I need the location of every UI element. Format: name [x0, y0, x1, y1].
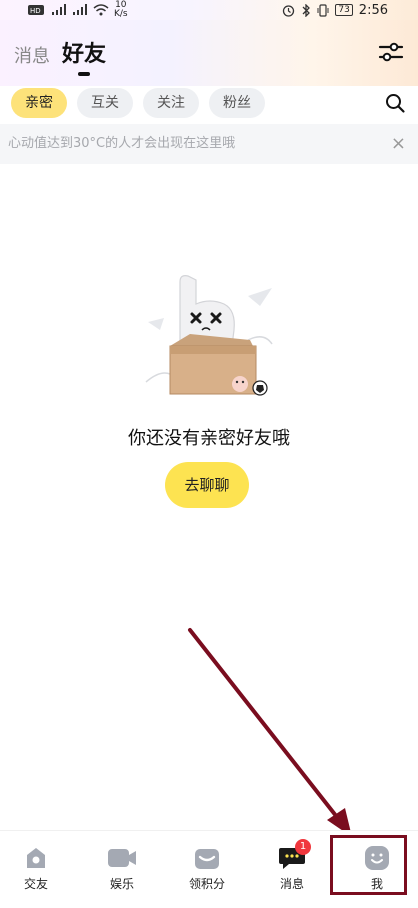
go-chat-button[interactable]: 去聊聊 — [165, 462, 249, 508]
signal-icon — [73, 4, 87, 15]
pig-toy — [232, 376, 248, 392]
chip-intimate[interactable]: 亲密 — [11, 88, 67, 118]
nav-label: 领积分 — [188, 877, 225, 891]
svg-text:HD: HD — [30, 7, 41, 15]
status-time: 2:56 — [358, 2, 388, 18]
status-right: 73 2:56 — [282, 0, 388, 20]
paper-plane-left — [148, 318, 164, 330]
hd-icon: HD — [28, 5, 44, 15]
nav-label: 消息 — [279, 877, 304, 891]
paper-plane-right — [248, 288, 272, 306]
nav-label: 娱乐 — [109, 877, 134, 891]
gift-box-icon — [195, 849, 219, 869]
header: 消息 好友 — [0, 20, 418, 86]
notice-bar: 心动值达到30°C的人才会出现在这里哦 × — [0, 124, 418, 164]
nav-item-points[interactable]: 领积分 — [172, 831, 242, 908]
empty-state-message: 你还没有亲密好友哦 — [128, 428, 290, 449]
battery-icon: 73 — [335, 4, 353, 16]
nav-item-entertainment[interactable]: 娱乐 — [87, 831, 157, 908]
status-left: HD 10 K/s — [28, 0, 128, 20]
network-speed-unit: K/s — [114, 9, 128, 19]
status-bar: HD 10 K/s 73 2:56 — [0, 0, 418, 20]
tab-friends[interactable]: 好友 — [62, 36, 106, 68]
wifi-icon — [93, 4, 109, 16]
search-icon[interactable] — [384, 92, 406, 114]
unread-badge: 1 — [295, 839, 311, 855]
vibrate-icon — [317, 3, 329, 17]
nav-label: 交友 — [23, 877, 48, 891]
home-icon — [27, 848, 45, 868]
alarm-icon — [283, 4, 295, 17]
chip-following[interactable]: 关注 — [143, 88, 199, 118]
sliders-icon[interactable] — [378, 40, 404, 64]
nav-item-dating[interactable]: 交友 — [1, 831, 71, 908]
tab-active-indicator — [78, 72, 90, 76]
video-icon — [108, 849, 136, 867]
bluetooth-icon — [302, 3, 311, 17]
chip-mutual[interactable]: 互关 — [77, 88, 133, 118]
filter-chip-row: 亲密 互关 关注 粉丝 — [0, 86, 418, 122]
tab-messages[interactable]: 消息 — [14, 42, 50, 68]
empty-state-illustration — [145, 275, 273, 396]
chip-fans[interactable]: 粉丝 — [209, 88, 265, 118]
nav-item-messages[interactable]: 1 消息 — [257, 831, 327, 908]
notice-text: 心动值达到30°C的人才会出现在这里哦 — [8, 136, 236, 151]
network-speed: 10 K/s — [114, 1, 128, 19]
close-icon[interactable]: × — [391, 124, 406, 164]
signal-icon — [52, 4, 66, 15]
annotation-highlight-box — [330, 835, 407, 895]
